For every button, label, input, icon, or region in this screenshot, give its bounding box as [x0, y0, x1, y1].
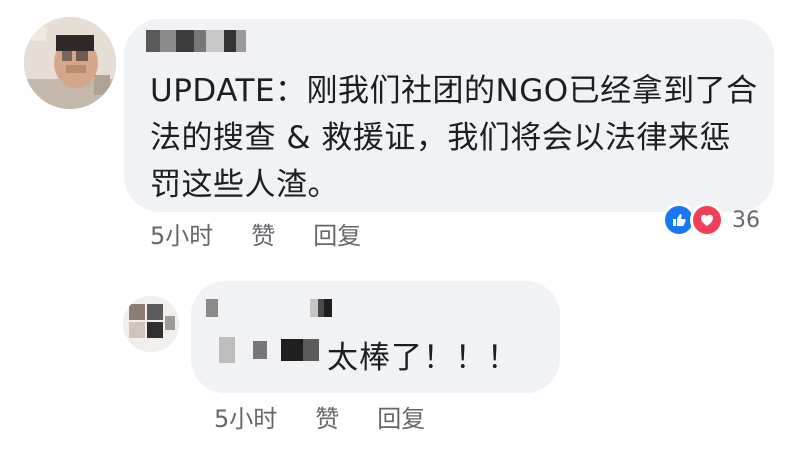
main-comment-meta: 5小时 赞 回复 [150, 216, 361, 251]
reply-comment-reply-link[interactable]: 回复 [377, 399, 425, 434]
main-comment-reply-link[interactable]: 回复 [313, 216, 361, 251]
reply-comment-text: 太棒了！！！ [327, 340, 519, 376]
main-comment-text: UPDATE：刚我们社团的NGO已经拿到了合法的搜查 & 救援证，我们将会以法律… [150, 73, 758, 203]
reaction-count: 36 [732, 207, 760, 233]
avatar-reply-image [123, 296, 179, 352]
avatar-main-image [24, 17, 116, 109]
main-comment-time[interactable]: 5小时 [150, 216, 213, 251]
reply-commenter-name[interactable] [206, 299, 332, 317]
main-comment-reactions[interactable]: 36 [662, 199, 760, 241]
reply-tagged-name[interactable] [219, 337, 319, 363]
love-icon [690, 203, 724, 237]
main-commenter-name[interactable] [146, 30, 246, 52]
avatar-main-commenter[interactable] [24, 17, 116, 109]
avatar-reply-commenter[interactable] [123, 296, 179, 352]
reply-comment-meta: 5小时 赞 回复 [214, 399, 425, 434]
reply-comment-like-link[interactable]: 赞 [315, 399, 339, 434]
reply-comment-time[interactable]: 5小时 [214, 399, 277, 434]
main-comment-like-link[interactable]: 赞 [251, 216, 275, 251]
